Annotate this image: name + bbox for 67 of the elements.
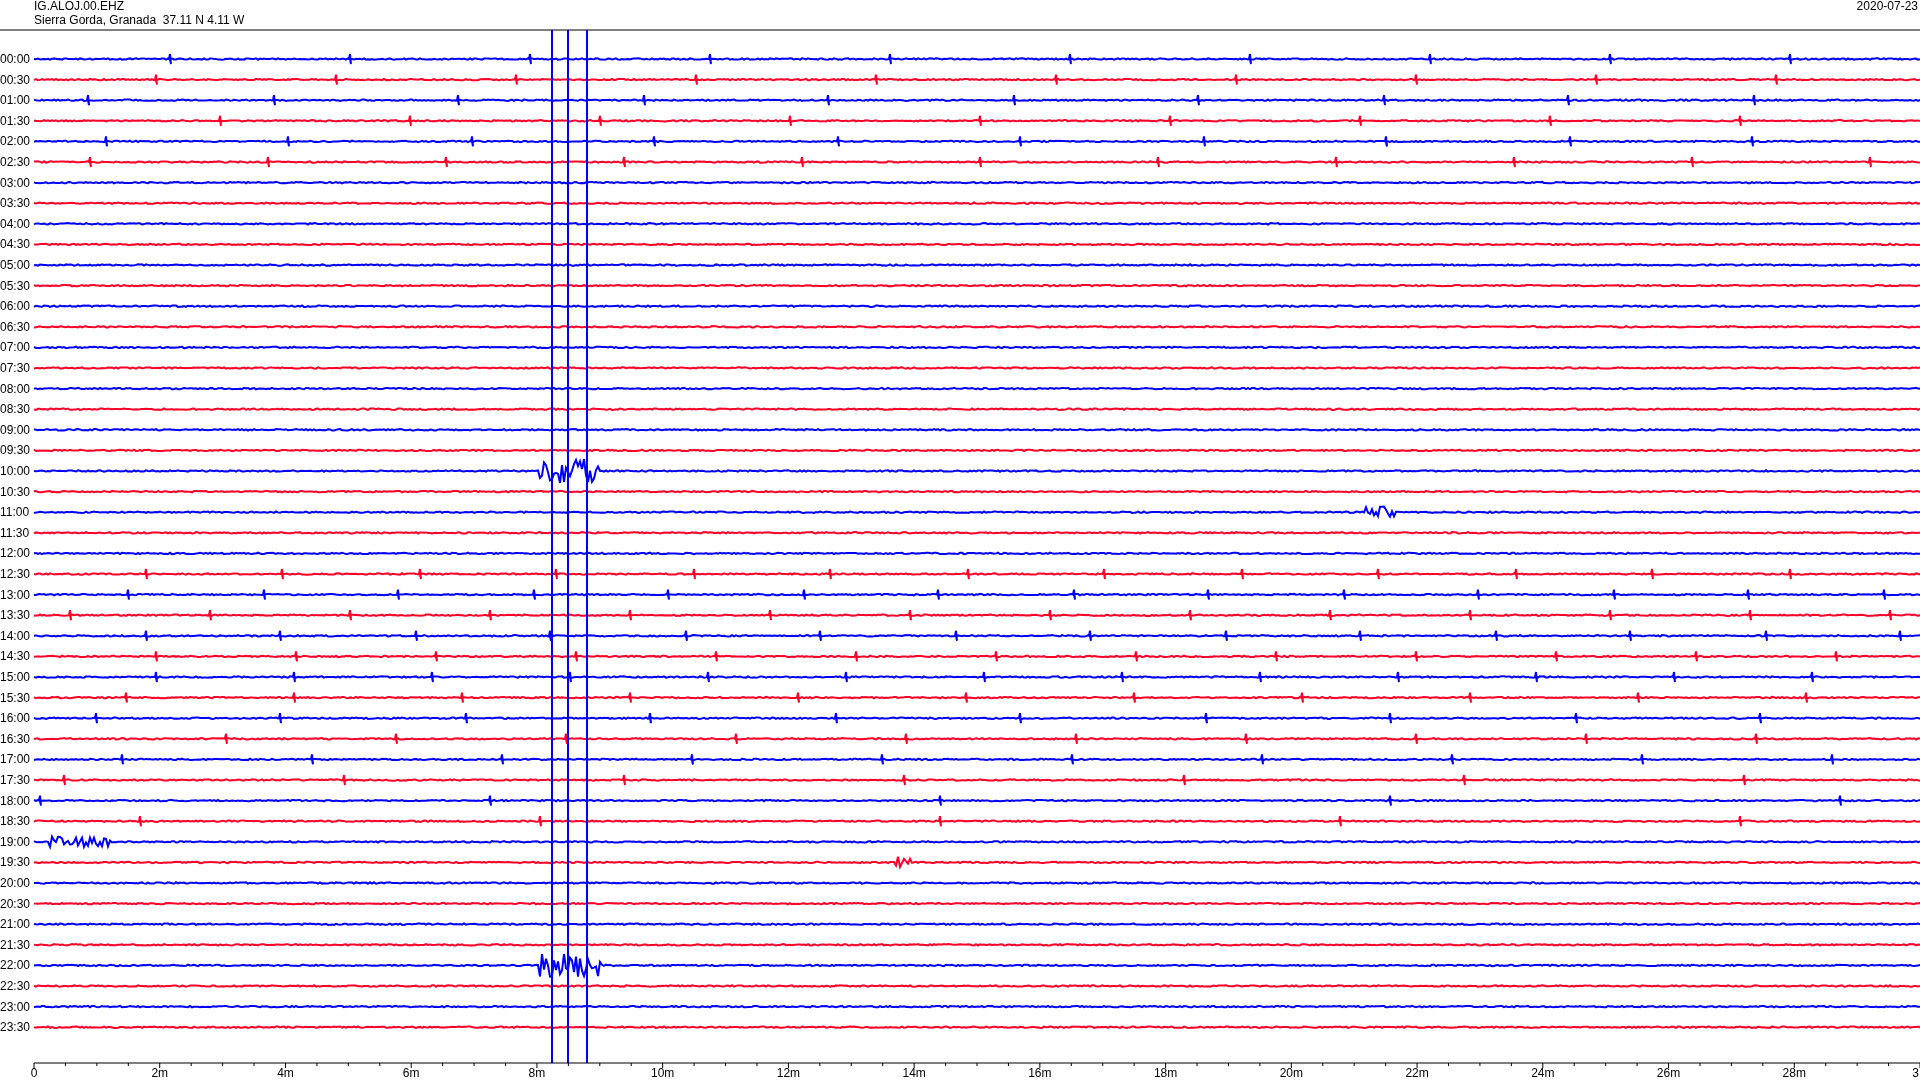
hour-label: 14:00 bbox=[0, 628, 31, 643]
station-location: Sierra Gorda, Granada 37.11 N 4.11 W bbox=[34, 13, 245, 27]
hour-label: 11:00 bbox=[0, 505, 30, 520]
hour-label: 22:30 bbox=[0, 979, 31, 993]
hour-label: 18:30 bbox=[0, 814, 31, 829]
hour-label: 21:30 bbox=[0, 937, 31, 952]
axis-tick-label: 4m bbox=[277, 1066, 294, 1080]
hour-label: 05:30 bbox=[0, 278, 31, 293]
hour-label: 23:00 bbox=[0, 999, 31, 1014]
hour-label: 20:30 bbox=[0, 896, 31, 911]
hour-label: 10:00 bbox=[0, 464, 31, 478]
hour-label: 08:30 bbox=[0, 402, 31, 417]
hour-label: 09:30 bbox=[0, 443, 31, 458]
hour-label: 15:30 bbox=[0, 690, 31, 705]
hour-label: 01:30 bbox=[0, 113, 31, 128]
hour-label: 13:30 bbox=[0, 608, 31, 623]
axis-tick-label: 10m bbox=[651, 1066, 675, 1080]
hour-label: 11:30 bbox=[0, 525, 30, 540]
axis-tick-label: 26m bbox=[1656, 1066, 1681, 1080]
hour-label: 06:00 bbox=[0, 299, 31, 314]
axis-tick-label: 16m bbox=[1028, 1066, 1052, 1080]
hour-label: 22:00 bbox=[0, 958, 31, 973]
hour-label: 02:30 bbox=[0, 155, 31, 169]
hour-label: 19:00 bbox=[0, 834, 31, 849]
hour-label: 05:00 bbox=[0, 258, 31, 272]
axis-tick-label: 24m bbox=[1531, 1066, 1555, 1080]
axis-tick-label: 14m bbox=[902, 1066, 926, 1080]
axis-tick-label: 3 bbox=[1912, 1066, 1919, 1080]
hour-label: 12:30 bbox=[0, 567, 31, 581]
hour-label: 01:00 bbox=[0, 93, 31, 108]
date-label: 2020-07-23 bbox=[1856, 0, 1918, 13]
axis-tick-label: 28m bbox=[1782, 1066, 1806, 1080]
axis-tick-label: 2m bbox=[151, 1066, 169, 1080]
axis-tick-label: 6m bbox=[402, 1066, 420, 1080]
axis-tick-label: 22m bbox=[1405, 1066, 1429, 1080]
hour-label: 13:00 bbox=[0, 587, 31, 602]
hour-label: 07:00 bbox=[0, 340, 31, 355]
axis-tick-label: 0 bbox=[30, 1066, 38, 1080]
hour-label: 00:00 bbox=[0, 52, 31, 66]
axis-tick-label: 20m bbox=[1279, 1066, 1303, 1080]
hour-label: 17:00 bbox=[0, 752, 31, 767]
hour-label: 18:00 bbox=[0, 793, 31, 808]
hour-label: 04:00 bbox=[0, 216, 31, 231]
hour-label: 04:30 bbox=[0, 237, 31, 252]
hour-label: 06:30 bbox=[0, 319, 31, 334]
hour-label: 16:00 bbox=[0, 711, 31, 726]
hour-label: 23:30 bbox=[0, 1020, 31, 1035]
hour-label: 00:30 bbox=[0, 72, 31, 87]
hour-label: 20:00 bbox=[0, 876, 31, 890]
hour-label: 21:00 bbox=[0, 917, 31, 932]
hour-label: 03:00 bbox=[0, 175, 31, 190]
hour-label: 08:00 bbox=[0, 381, 31, 396]
hour-label: 19:30 bbox=[0, 855, 31, 870]
hour-label: 03:30 bbox=[0, 196, 31, 211]
axis-tick-label: 12m bbox=[776, 1066, 801, 1080]
hour-label: 15:00 bbox=[0, 670, 31, 684]
hour-label: 10:30 bbox=[0, 484, 31, 499]
axis-tick-label: 8m bbox=[528, 1066, 546, 1080]
station-code: IG.ALOJ.00.EHZ bbox=[34, 0, 125, 13]
hour-label: 14:30 bbox=[0, 649, 31, 664]
hour-label: 17:30 bbox=[0, 773, 31, 787]
hour-label: 07:30 bbox=[0, 361, 31, 375]
hour-label: 02:00 bbox=[0, 134, 31, 149]
hour-label: 16:30 bbox=[0, 731, 31, 746]
hour-label: 09:00 bbox=[0, 422, 31, 437]
hour-label: 12:00 bbox=[0, 546, 31, 561]
axis-tick-label: 18m bbox=[1153, 1066, 1178, 1080]
